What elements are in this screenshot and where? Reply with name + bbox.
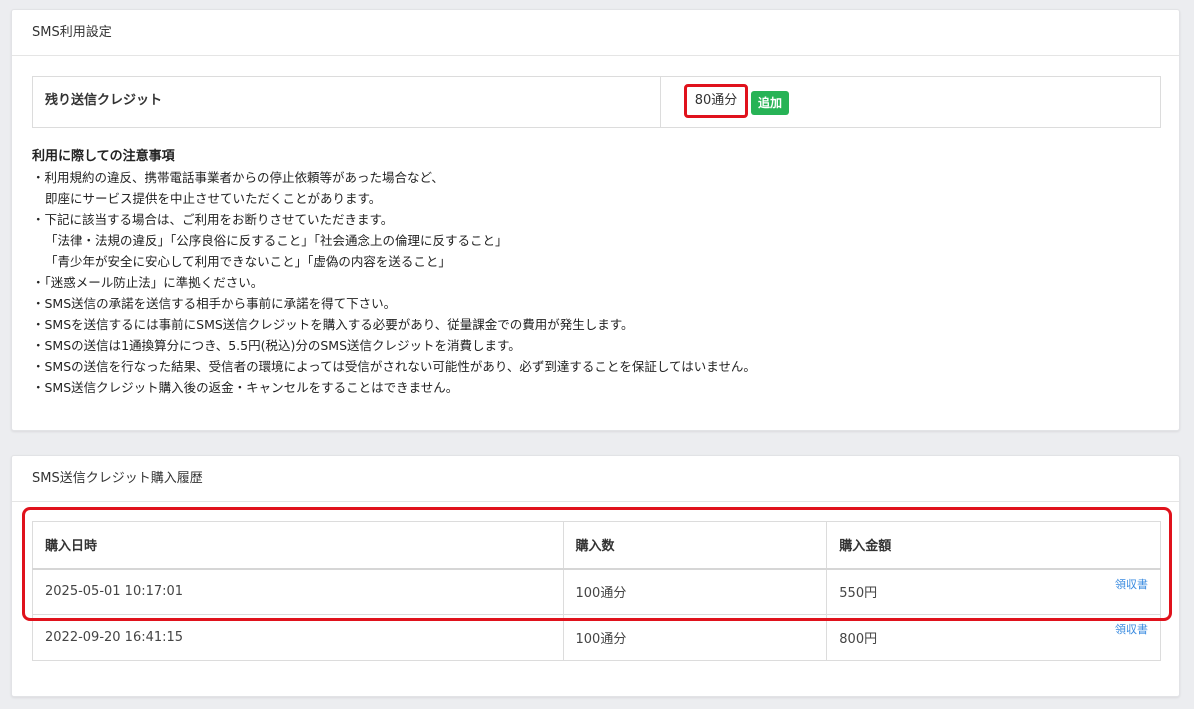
purchase-date: 2022-09-20 16:41:15 bbox=[32, 614, 564, 661]
purchase-history-card: SMS送信クレジット購入履歴 購入日時 購入数 購入金額 2025-05-01 … bbox=[11, 455, 1180, 697]
credit-divider bbox=[660, 77, 661, 127]
purchase-amount: 800円 bbox=[839, 632, 878, 647]
purchase-count: 100通分 bbox=[562, 614, 828, 661]
table-row: 2022-09-20 16:41:15 100通分 800円 領収書 bbox=[32, 614, 1161, 661]
column-header-date: 購入日時 bbox=[32, 521, 564, 570]
remaining-credit-value: 80通分 bbox=[684, 84, 748, 118]
receipt-link[interactable]: 領収書 bbox=[1115, 621, 1148, 637]
purchase-date: 2025-05-01 10:17:01 bbox=[32, 568, 564, 615]
receipt-link[interactable]: 領収書 bbox=[1115, 576, 1148, 592]
purchase-amount-cell: 800円 領収書 bbox=[826, 614, 1161, 661]
note-line: ・SMS送信の承諾を送信する相手から事前に承諾を得て下さい。 bbox=[32, 296, 397, 311]
remaining-credit-row: 残り送信クレジット 80通分 追加 bbox=[32, 76, 1161, 128]
note-line: ・下記に該当する場合は、ご利用をお断りさせていただきます。 bbox=[32, 212, 394, 227]
remaining-credit-label: 残り送信クレジット bbox=[45, 93, 163, 108]
column-header-count: 購入数 bbox=[562, 521, 828, 570]
purchase-history-table: 購入日時 購入数 購入金額 2025-05-01 10:17:01 100通分 … bbox=[32, 521, 1161, 661]
table-row: 2025-05-01 10:17:01 100通分 550円 領収書 bbox=[32, 568, 1161, 615]
purchase-count: 100通分 bbox=[562, 568, 828, 615]
note-line: 即座にサービス提供を中止させていただくことがあります。 bbox=[45, 191, 382, 206]
sms-settings-title: SMS利用設定 bbox=[12, 10, 1179, 56]
note-line: ・利用規約の違反、携帯電話事業者からの停止依頼等があった場合など、 bbox=[32, 170, 444, 185]
usage-notes: 利用に際しての注意事項 ・利用規約の違反、携帯電話事業者からの停止依頼等があった… bbox=[32, 146, 756, 398]
column-header-amount: 購入金額 bbox=[826, 521, 1161, 570]
add-credit-button[interactable]: 追加 bbox=[751, 91, 789, 115]
table-header-row: 購入日時 購入数 購入金額 bbox=[32, 521, 1161, 570]
note-line: ・SMSの送信は1通換算分につき、5.5円(税込)分のSMS送信クレジットを消費… bbox=[32, 338, 521, 353]
sms-settings-card: SMS利用設定 残り送信クレジット 80通分 追加 利用に際しての注意事項 ・利… bbox=[11, 9, 1180, 431]
note-line: ・SMS送信クレジット購入後の返金・キャンセルをすることはできません。 bbox=[32, 380, 459, 395]
purchase-history-title: SMS送信クレジット購入履歴 bbox=[12, 456, 1179, 502]
note-line: ・「迷惑メール防止法」に準拠ください。 bbox=[32, 275, 264, 290]
note-line: ・SMSの送信を行なった結果、受信者の環境によっては受信がされない可能性があり、… bbox=[32, 359, 756, 374]
usage-notes-title: 利用に際しての注意事項 bbox=[32, 149, 175, 164]
purchase-amount: 550円 bbox=[839, 586, 878, 602]
note-line: 「青少年が安全に安心して利用できないこと」「虚偽の内容を送ること」 bbox=[45, 254, 451, 269]
note-line: 「法律・法規の違反」「公序良俗に反すること」「社会通念上の倫理に反すること」 bbox=[45, 233, 508, 248]
note-line: ・SMSを送信するには事前にSMS送信クレジットを購入する必要があり、従量課金で… bbox=[32, 317, 634, 332]
purchase-amount-cell: 550円 領収書 bbox=[826, 568, 1161, 615]
